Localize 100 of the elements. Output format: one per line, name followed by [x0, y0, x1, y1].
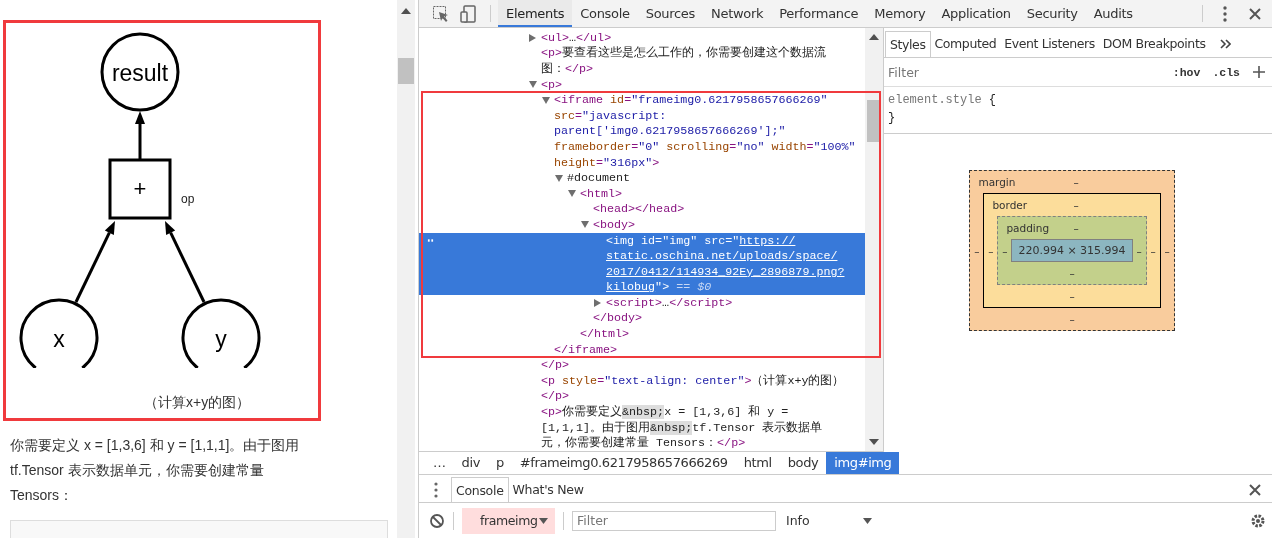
- box-label: margin: [978, 176, 1017, 188]
- box-value: –: [1069, 290, 1075, 302]
- box-value: –: [1069, 267, 1075, 279]
- breadcrumb[interactable]: #frameimg0.6217958657666269: [511, 452, 736, 474]
- op-label: op: [181, 192, 195, 206]
- more-icon[interactable]: [1222, 4, 1228, 23]
- box-label: border: [992, 199, 1029, 211]
- panel-tab[interactable]: Network: [703, 0, 772, 27]
- plus-icon[interactable]: [1252, 65, 1266, 79]
- settings-icon[interactable]: [1250, 512, 1266, 529]
- panel-tab[interactable]: Console: [572, 0, 638, 27]
- breadcrumb[interactable]: img#img: [826, 452, 900, 474]
- css-rule-line: element.style {: [888, 92, 998, 109]
- panel-tab[interactable]: Security: [1018, 0, 1086, 27]
- scrollbar-thumb[interactable]: [398, 58, 414, 84]
- box-value: –: [1073, 222, 1079, 234]
- code-line: height="316px">: [554, 156, 660, 169]
- sidebar-tab[interactable]: Computed: [930, 31, 1001, 57]
- device-icon[interactable]: [460, 4, 478, 23]
- clear-icon[interactable]: [429, 512, 445, 529]
- code-line: <html>: [580, 187, 623, 200]
- code-line: <script>…</script>: [606, 296, 733, 309]
- drawer-tab[interactable]: What's New: [508, 477, 588, 502]
- panel-tab[interactable]: Sources: [637, 0, 704, 27]
- box-value: –: [1069, 313, 1075, 325]
- toggle-button[interactable]: :hov: [1172, 65, 1201, 79]
- code-line: parent['img0.6217958657666269'];": [554, 125, 786, 138]
- code-line: <iframe id="frameimg0.6217958657666269": [554, 94, 828, 107]
- code-line: <p style="text-align: center">（计算x+y的图）: [541, 374, 845, 387]
- figure-caption: （计算x+y的图）: [144, 394, 251, 410]
- node-label: y: [215, 326, 227, 352]
- code-line: src="javascript:: [554, 109, 667, 122]
- url-link[interactable]: kilobug: [606, 280, 656, 295]
- code-line: <body>: [593, 218, 636, 231]
- code-line: </iframe>: [554, 343, 618, 356]
- code-line: [1,1,1]。由于图用&nbsp;tf.Tensor 表示数据单: [541, 421, 823, 434]
- toggle-button[interactable]: .cls: [1212, 65, 1240, 79]
- box-value: –: [1001, 244, 1009, 257]
- box-value: –: [973, 244, 981, 257]
- toggle-arrow-icon[interactable]: [555, 174, 563, 182]
- panel-tab[interactable]: Application: [933, 0, 1019, 27]
- content-box: 220.994 × 315.994: [1011, 239, 1133, 262]
- toggle-arrow-icon[interactable]: [542, 96, 550, 104]
- code-line: 图：</p>: [541, 63, 594, 75]
- panel-tab[interactable]: Performance: [771, 0, 867, 27]
- close-icon[interactable]: [1248, 482, 1262, 497]
- sidebar-tab[interactable]: Styles: [885, 31, 931, 57]
- toggle-arrow-icon[interactable]: [568, 190, 576, 198]
- scroll-down-icon[interactable]: [869, 439, 879, 445]
- code-line: </body>: [593, 312, 643, 325]
- toggle-arrow-icon[interactable]: [529, 81, 537, 89]
- op-node: [108, 158, 172, 220]
- paragraph: 你需要定义 x = [1,3,6] 和 y = [1,1,1]。由于图用 tf.Tensor 表示数据单元，你需要创建常量 Tensors：: [10, 436, 301, 505]
- ellipsis-icon[interactable]: [427, 238, 434, 242]
- scroll-up-icon[interactable]: [401, 8, 411, 14]
- code-line: <img id="img" src="https://: [606, 234, 796, 247]
- breadcrumb[interactable]: div: [453, 452, 488, 474]
- code-line: <p>要查看这些是怎么工作的，你需要创建这个数据流: [541, 47, 827, 60]
- toggle-arrow-icon[interactable]: [594, 298, 601, 307]
- box-value: –: [1073, 199, 1079, 211]
- box-value: –: [1163, 244, 1171, 257]
- code-line: <p>你需要定义&nbsp;x = [1,3,6] 和 y =: [541, 406, 789, 419]
- caret-icon[interactable]: [863, 517, 872, 524]
- breadcrumb[interactable]: p: [487, 452, 512, 474]
- context-select[interactable]: frameimg: [462, 507, 555, 534]
- overflow-icon[interactable]: [1219, 39, 1231, 49]
- caret-icon[interactable]: [539, 517, 549, 524]
- toggle-arrow-icon[interactable]: [529, 33, 536, 42]
- sidebar-tab[interactable]: Event Listeners: [1000, 31, 1099, 57]
- sidebar-tab[interactable]: DOM Breakpoints: [1098, 31, 1210, 57]
- code-line: </html>: [580, 328, 630, 341]
- code-line: </p>: [541, 359, 570, 372]
- breadcrumb[interactable]: html: [735, 452, 780, 474]
- level-select[interactable]: Info: [786, 513, 872, 528]
- panel-tab[interactable]: Audits: [1085, 0, 1141, 27]
- code-line: kilobug"> == $0: [606, 281, 712, 294]
- node-label: result: [111, 60, 169, 86]
- filter-field[interactable]: Filter: [572, 510, 776, 531]
- drawer-tab[interactable]: Console: [451, 477, 509, 502]
- code-line: </p>: [541, 390, 570, 403]
- arrow: [135, 111, 145, 160]
- more-icon[interactable]: [433, 480, 439, 499]
- breadcrumb[interactable]: body: [779, 452, 827, 474]
- panel-tab[interactable]: Elements: [498, 0, 573, 27]
- node-label: x: [53, 326, 65, 352]
- code-line: <p>: [541, 78, 563, 91]
- box-value: –: [1135, 244, 1143, 257]
- breadcrumb[interactable]: …: [425, 452, 454, 474]
- inspect-icon[interactable]: [432, 4, 450, 23]
- scroll-up-icon[interactable]: [869, 34, 879, 40]
- panel-tab[interactable]: Memory: [866, 0, 934, 27]
- code-line: #document: [567, 172, 631, 185]
- code-line: frameborder="0" scrolling="no" width="100%": [554, 140, 856, 153]
- box-value: –: [1149, 244, 1157, 257]
- code-line: <head></head>: [593, 203, 685, 216]
- close-icon[interactable]: [1248, 6, 1262, 21]
- node-label: +: [133, 176, 147, 201]
- url-link[interactable]: https://: [739, 233, 796, 248]
- code-line: <ul>…</ul>: [541, 31, 612, 44]
- code-line: 元，你需要创建常量 Tensors：</p>: [541, 437, 746, 450]
